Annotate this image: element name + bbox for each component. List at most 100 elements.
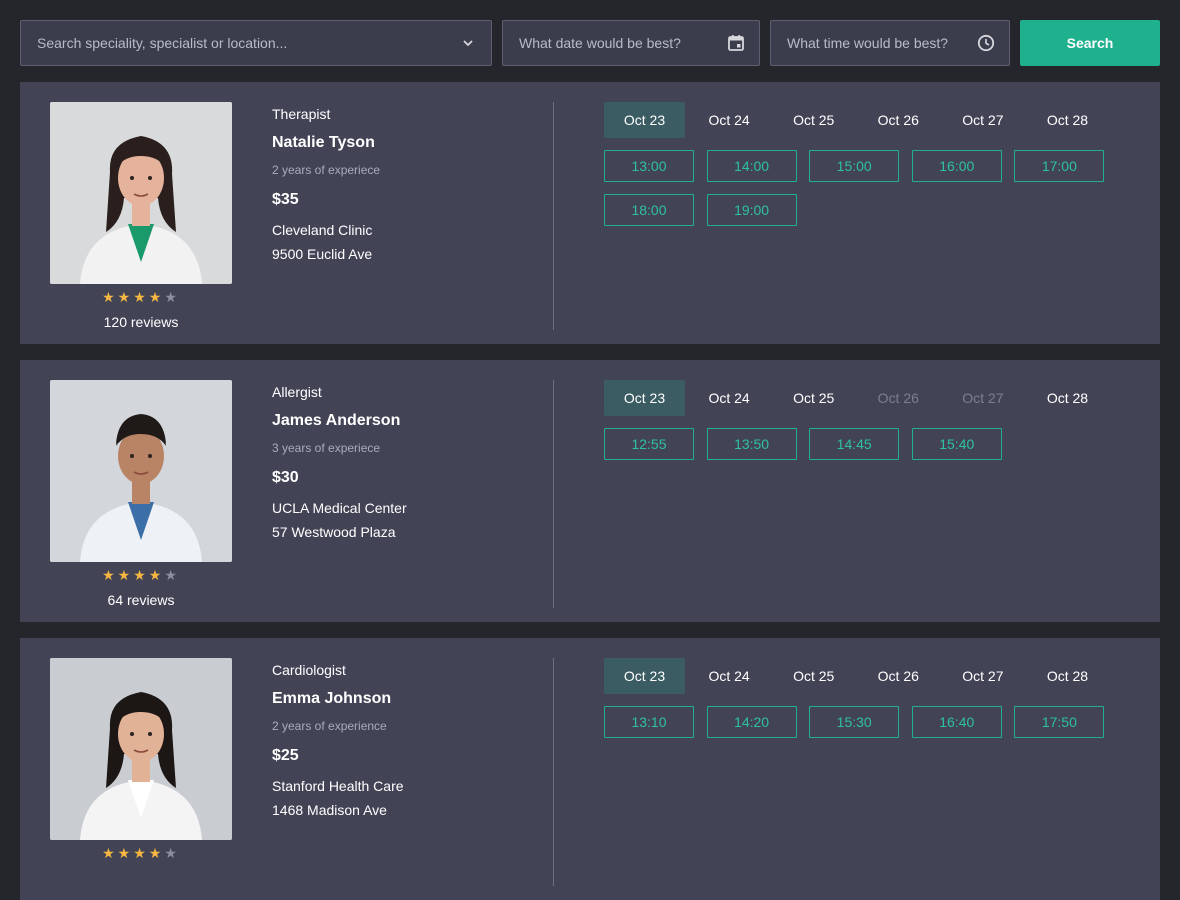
date-tab[interactable]: Oct 28 [1027,380,1108,416]
doctor-photo[interactable] [50,658,232,840]
time-slot-button[interactable]: 13:50 [706,428,797,460]
date-tab[interactable]: Oct 24 [689,380,770,416]
clinic-address: 9500 Euclid Ave [272,246,373,262]
reviews-count[interactable]: 64 reviews [50,592,232,608]
time-slot-button[interactable]: 13:00 [604,150,694,182]
card-divider [553,380,554,608]
clinic-name: Stanford Health Care [272,778,404,794]
date-tab[interactable]: Oct 27 [942,102,1023,138]
clinic-name: Cleveland Clinic [272,222,373,238]
portrait-illustration [50,380,232,562]
time-slots: 12:55 13:50 14:45 15:40 [604,428,1124,472]
doctor-price: $25 [272,747,299,764]
time-slot-button[interactable]: 14:45 [809,428,900,460]
star-icon: ★ [133,289,149,305]
doctor-experience: 3 years of experiece [272,441,381,455]
date-tab[interactable]: Oct 23 [604,658,685,694]
doctor-name[interactable]: Natalie Tyson [272,134,542,154]
doctor-specialty: Therapist [272,106,331,122]
doctor-specialty: Cardiologist [272,662,346,678]
reviews-count[interactable]: 120 reviews [50,314,232,330]
card-divider [553,102,554,330]
doctor-card: ★★★★★ 64 reviews Allergist James Anderso… [20,360,1160,622]
doctor-info: Allergist James Anderson 3 years of expe… [272,384,542,542]
date-tab[interactable]: Oct 28 [1027,102,1108,138]
star-icon: ★ [148,289,165,305]
specialty-search-placeholder: Search speciality, specialist or locatio… [37,35,288,51]
date-tabs: Oct 23 Oct 24 Oct 25 Oct 26 Oct 27 Oct 28 [604,102,1112,138]
star-icon: ★ [117,289,134,305]
date-placeholder: What date would be best? [519,35,681,51]
clinic-name: UCLA Medical Center [272,500,407,516]
date-tab[interactable]: Oct 26 [858,658,939,694]
date-tab[interactable]: Oct 28 [1027,658,1108,694]
specialty-search-input[interactable]: Search speciality, specialist or locatio… [20,20,492,66]
rating-stars: ★★★★★ [50,567,232,583]
star-icon: ★ [117,845,134,861]
portrait-illustration [50,658,232,840]
time-slot-button[interactable]: 12:55 [604,428,694,460]
card-divider [553,658,554,886]
time-input[interactable]: What time would be best? [770,20,1010,66]
star-icon: ★ [133,567,149,583]
time-slots: 13:10 14:20 15:30 16:40 17:50 [604,706,1124,750]
date-tab[interactable]: Oct 27 [942,658,1023,694]
time-slot-button[interactable]: 19:00 [706,194,797,226]
doctor-info: Therapist Natalie Tyson 2 years of exper… [272,106,542,264]
doctor-name[interactable]: James Anderson [272,412,542,432]
date-tab[interactable]: Oct 24 [689,102,770,138]
time-slot-button[interactable]: 14:00 [706,150,797,182]
doctor-experience: 2 years of experience [272,719,387,733]
date-tab[interactable]: Oct 26 [858,102,939,138]
date-tab[interactable]: Oct 24 [689,658,770,694]
date-tab: Oct 27 [962,390,1004,406]
doctor-price: $30 [272,469,299,486]
clock-icon[interactable] [977,34,995,52]
date-tab: Oct 26 [877,390,919,406]
time-slots: 13:00 14:00 15:00 16:00 17:00 18:00 19:00 [604,150,1124,238]
rating-stars: ★★★★★ [50,289,232,305]
portrait-illustration [50,102,232,284]
doctor-card: ★★★★★ 120 reviews Therapist Natalie Tyso… [20,82,1160,344]
time-slot-button[interactable]: 16:00 [911,150,1002,182]
star-icon: ★ [164,567,180,583]
star-icon: ★ [148,567,165,583]
time-placeholder: What time would be best? [787,35,949,51]
date-tab[interactable]: Oct 25 [773,658,854,694]
doctor-photo[interactable] [50,380,232,562]
star-icon: ★ [117,567,134,583]
time-slot-button[interactable]: 13:10 [604,706,694,738]
time-slot-button[interactable]: 14:20 [706,706,797,738]
search-button[interactable]: Search [1020,20,1160,66]
star-icon: ★ [102,567,118,583]
time-slot-button[interactable]: 15:00 [809,150,900,182]
doctor-info: Cardiologist Emma Johnson 2 years of exp… [272,662,542,820]
date-tabs: Oct 23 Oct 24 Oct 25 Oct 26 Oct 27 Oct 28 [604,380,1112,416]
date-tab[interactable]: Oct 23 [604,102,685,138]
date-tab[interactable]: Oct 25 [773,380,854,416]
date-tabs: Oct 23 Oct 24 Oct 25 Oct 26 Oct 27 Oct 28 [604,658,1112,694]
doctor-experience: 2 years of experiece [272,163,381,177]
calendar-icon[interactable] [727,34,745,52]
clinic-address: 57 Westwood Plaza [272,524,396,540]
star-icon: ★ [148,845,165,861]
time-slot-button[interactable]: 17:50 [1014,706,1105,738]
date-tab[interactable]: Oct 23 [604,380,685,416]
doctor-name[interactable]: Emma Johnson [272,690,542,710]
doctor-specialty: Allergist [272,384,322,400]
time-slot-button[interactable]: 18:00 [604,194,694,226]
star-icon: ★ [164,289,180,305]
star-icon: ★ [102,289,118,305]
time-slot-button[interactable]: 15:40 [911,428,1002,460]
time-slot-button[interactable]: 15:30 [809,706,900,738]
star-icon: ★ [133,845,149,861]
date-tab[interactable]: Oct 25 [773,102,854,138]
time-slot-button[interactable]: 17:00 [1014,150,1105,182]
doctor-photo[interactable] [50,102,232,284]
date-input[interactable]: What date would be best? [502,20,760,66]
chevron-down-icon[interactable] [459,34,477,52]
doctor-card: ★★★★★ Cardiologist Emma Johnson 2 years … [20,638,1160,900]
time-slot-button[interactable]: 16:40 [911,706,1002,738]
star-icon: ★ [164,845,180,861]
star-icon: ★ [102,845,118,861]
